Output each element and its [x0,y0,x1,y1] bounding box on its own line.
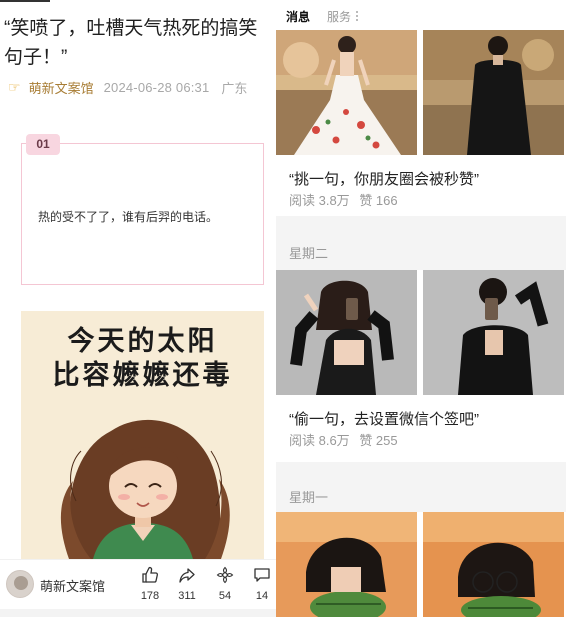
card-title: “偷一句，去设置微信个签吧” [289,411,479,428]
share-count: 311 [178,590,196,602]
share-button[interactable]: 311 [172,566,202,602]
article-meta: ☞ 萌新文案馆 2024-06-28 06:31 广东 [8,78,272,97]
thumbnail-wedding-dress [276,30,417,155]
more-dots-icon[interactable] [356,11,358,21]
like-count: 赞 255 [359,433,398,448]
favorite-flower-icon [216,566,234,584]
bottom-strip [0,609,276,617]
favorite-count: 54 [218,590,232,602]
comment-icon [254,568,270,582]
card-stats: 阅读 8.6万 赞 255 [289,430,398,449]
share-icon [179,568,195,583]
day-label: 星期二 [289,246,329,261]
thumbnail-girl-selfie [276,270,417,395]
card-stats: 阅读 3.8万 赞 166 [289,190,398,209]
bottom-action-bar: 萌新文案馆 178 311 54 14 [0,559,276,609]
thumbnail-boy-selfie [423,270,564,395]
favorite-button[interactable]: 54 [210,566,240,602]
card-title: “挑一句，你朋友圈会被秒赞” [289,171,479,188]
list-item[interactable] [276,512,566,617]
read-count: 阅读 8.6万 [289,433,350,448]
thumbnail-girl-watermelon [423,512,564,617]
list-item[interactable]: “挑一句，你朋友圈会被秒赞” 阅读 3.8万 赞 166 [276,30,566,216]
poster-image[interactable]: 今天的太阳 比容嬷嬷还毒 [21,311,264,559]
tab-messages[interactable]: 消息 [284,8,312,32]
comment-count: 14 [255,590,269,602]
tab-services[interactable]: 服务 [327,8,351,25]
thumbnail-boy-watermelon [276,512,417,617]
like-count: 赞 166 [359,193,398,208]
article-title: “笑喷了，吐槽天气热死的搞笑句子！” [4,18,258,68]
hand-point-icon: ☞ [8,79,21,95]
avatar[interactable] [6,570,34,598]
girl-illustration [60,419,230,559]
author-link[interactable]: 萌新文案馆 [29,78,94,97]
top-indicator [0,0,50,2]
thumbnail-suit-man [423,30,564,155]
poster-line-2: 比容嬷嬷还毒 [52,360,233,391]
article-pane: “笑喷了，吐槽天气热死的搞笑句子！” ☞ 萌新文案馆 2024-06-28 06… [0,0,276,617]
day-label: 星期一 [289,490,329,505]
account-name[interactable]: 萌新文案馆 [40,576,105,595]
read-count: 阅读 3.8万 [289,193,350,208]
quote-index-badge: 01 [26,134,60,155]
quote-text: 热的受不了了，谁有后羿的电话。 [38,210,219,224]
message-list-pane: 消息 服务 “挑一句，你朋友圈会被秒赞” 阅读 3.8万 赞 166 星期二 “… [276,0,566,617]
list-item[interactable]: “偷一句，去设置微信个签吧” 阅读 8.6万 赞 255 [276,270,566,462]
thumbs-up-icon [142,566,158,583]
tab-bar: 消息 服务 [276,0,566,32]
like-count: 178 [140,590,160,602]
quote-box: 01 热的受不了了，谁有后羿的电话。 [21,134,264,285]
publish-date: 2024-06-28 06:31 [103,80,210,95]
comment-button[interactable]: 14 [247,566,276,602]
publish-location: 广东 [221,81,248,96]
like-button[interactable]: 178 [135,566,165,602]
